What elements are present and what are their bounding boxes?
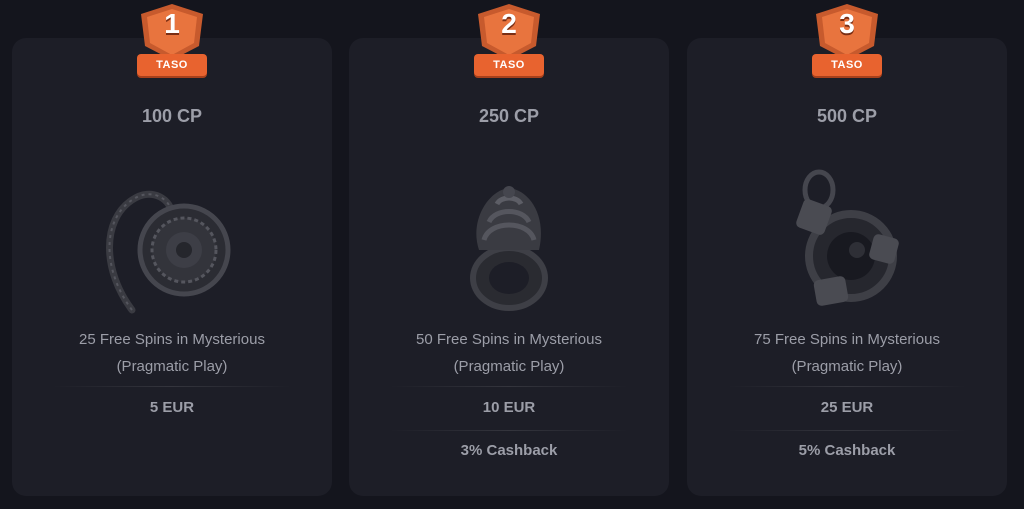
divider (52, 386, 292, 387)
tier-description-line: (Pragmatic Play) (453, 358, 565, 375)
gem-pendant-icon (767, 160, 927, 320)
tier-reward-cash: 25 EUR (820, 399, 874, 416)
tier-description-line: (Pragmatic Play) (116, 358, 228, 375)
divider (727, 430, 967, 431)
tier-number: 1 (164, 8, 180, 39)
tier-reward-cash: 5 EUR (149, 399, 195, 416)
tier-label: TASO (493, 59, 525, 71)
tier-reward-cashback: 5% Cashback (798, 442, 896, 459)
tier-points: 250 CP (478, 106, 540, 126)
tier-number: 3 (839, 8, 855, 39)
tier-description-line: 50 Free Spins in Mysterious (416, 331, 602, 348)
divider (727, 386, 967, 387)
tier-description-line: 75 Free Spins in Mysterious (754, 331, 940, 348)
tier-label-bar: TASO (474, 54, 544, 76)
tier-points: 500 CP (816, 106, 878, 126)
tier-label-bar: TASO (812, 54, 882, 76)
tier-label: TASO (831, 59, 863, 71)
tier-label-bar: TASO (137, 54, 207, 76)
tier-cards: 1 TASO 100 CP 25 Free Spins in Mysteriou… (0, 0, 1024, 509)
tier-reward-cashback: 3% Cashback (460, 442, 558, 459)
divider (389, 386, 629, 387)
spiral-ring-icon (429, 160, 589, 320)
tier-card-1[interactable]: 1 TASO 100 CP 25 Free Spins in Mysteriou… (12, 4, 332, 496)
tier-points: 100 CP (141, 106, 203, 126)
tier-description-line: (Pragmatic Play) (791, 358, 903, 375)
tier-description-line: 25 Free Spins in Mysterious (79, 331, 265, 348)
tier-badge: 2 TASO (470, 2, 548, 78)
tier-badge: 1 TASO (133, 2, 211, 78)
tier-reward-cash: 10 EUR (482, 399, 536, 416)
tier-description: 75 Free Spins in Mysterious (Pragmatic P… (707, 326, 987, 380)
tier-badge: 3 TASO (808, 2, 886, 78)
medallion-pendant-icon (92, 160, 252, 320)
tier-number: 2 (501, 8, 517, 39)
tier-label: TASO (156, 59, 188, 71)
tier-card-3[interactable]: 3 TASO 500 CP 75 Free Spins in Mysteriou… (687, 4, 1007, 496)
divider (389, 430, 629, 431)
tier-description: 25 Free Spins in Mysterious (Pragmatic P… (32, 326, 312, 380)
tier-card-2[interactable]: 2 TASO 250 CP 50 Free Spins in Mysteriou… (349, 4, 669, 496)
tier-description: 50 Free Spins in Mysterious (Pragmatic P… (369, 326, 649, 380)
